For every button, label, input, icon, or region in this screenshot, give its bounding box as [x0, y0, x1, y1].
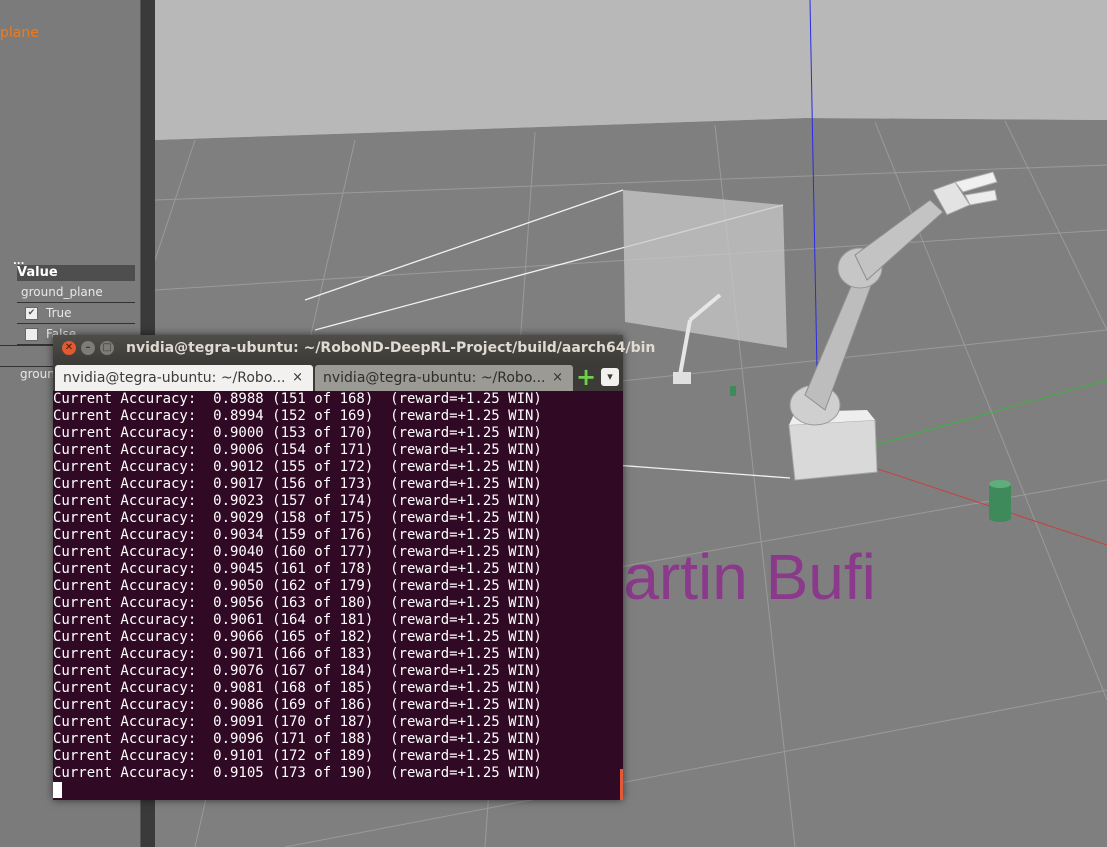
- close-tab-icon[interactable]: ×: [552, 365, 563, 391]
- window-title: nvidia@tegra-ubuntu: ~/RoboND-DeepRL-Pro…: [126, 340, 656, 356]
- terminal-line: Current Accuracy: 0.9000 (153 of 170) (r…: [53, 425, 542, 441]
- terminal-line: Current Accuracy: 0.9012 (155 of 172) (r…: [53, 459, 542, 475]
- prompt-line[interactable]: [53, 782, 618, 799]
- horizon-band: [155, 0, 1107, 140]
- terminal-line: Current Accuracy: 0.9034 (159 of 176) (r…: [53, 527, 542, 543]
- tab-terminal-2[interactable]: nvidia@tegra-ubuntu: ~/Robo... ×: [315, 365, 573, 391]
- close-window-button[interactable]: ✕: [62, 341, 76, 355]
- tabs-menu-icon[interactable]: ▾: [601, 368, 619, 386]
- checkbox-unchecked[interactable]: [25, 328, 38, 341]
- terminal-line: Current Accuracy: 0.9017 (156 of 173) (r…: [53, 476, 542, 492]
- tab-label: nvidia@tegra-ubuntu: ~/Robo...: [63, 370, 286, 386]
- terminal-line: Current Accuracy: 0.9076 (167 of 184) (r…: [53, 663, 542, 679]
- terminal-line: Current Accuracy: 0.9091 (170 of 187) (r…: [53, 714, 542, 730]
- terminal-line: Current Accuracy: 0.9056 (163 of 180) (r…: [53, 595, 542, 611]
- terminal-line: Current Accuracy: 0.9071 (166 of 183) (r…: [53, 646, 542, 662]
- checkbox-checked[interactable]: ✔: [25, 307, 38, 320]
- close-tab-icon[interactable]: ×: [292, 365, 303, 391]
- property-row-name[interactable]: ground_plane: [17, 282, 135, 303]
- arm-reflection-base: [673, 372, 691, 384]
- terminal-line: Current Accuracy: 0.9081 (168 of 185) (r…: [53, 680, 542, 696]
- property-row-static[interactable]: ✔ True: [17, 303, 135, 324]
- terminal-line: Current Accuracy: 0.9023 (157 of 174) (r…: [53, 493, 542, 509]
- new-tab-icon[interactable]: +: [575, 365, 597, 389]
- model-link[interactable]: plane: [0, 25, 39, 41]
- tab-terminal-1[interactable]: nvidia@tegra-ubuntu: ~/Robo... ×: [55, 365, 313, 391]
- terminal-line: Current Accuracy: 0.9061 (164 of 181) (r…: [53, 612, 542, 628]
- terminal-line: Current Accuracy: 0.8994 (152 of 169) (r…: [53, 408, 542, 424]
- terminal-window[interactable]: ✕ – □ nvidia@tegra-ubuntu: ~/RoboND-Deep…: [53, 335, 655, 800]
- minimize-window-button[interactable]: –: [81, 341, 95, 355]
- target-cylinder: [989, 480, 1011, 522]
- terminal-line: Current Accuracy: 0.9040 (160 of 177) (r…: [53, 544, 542, 560]
- terminal-line: Current Accuracy: 0.9045 (161 of 178) (r…: [53, 561, 542, 577]
- terminal-line: Current Accuracy: 0.9029 (158 of 175) (r…: [53, 510, 542, 526]
- tab-bar: nvidia@tegra-ubuntu: ~/Robo... × nvidia@…: [53, 363, 623, 391]
- target-reflection: [730, 386, 736, 396]
- terminal-line: Current Accuracy: 0.9006 (154 of 171) (r…: [53, 442, 542, 458]
- text-cursor: [53, 782, 62, 798]
- title-bar[interactable]: ✕ – □ nvidia@tegra-ubuntu: ~/RoboND-Deep…: [53, 335, 655, 363]
- scrollbar[interactable]: [620, 769, 623, 800]
- terminal-line: Current Accuracy: 0.8988 (151 of 168) (r…: [53, 391, 542, 407]
- value-column-header: Value: [17, 265, 135, 281]
- property-value: True: [46, 306, 72, 320]
- terminal-line: Current Accuracy: 0.9086 (169 of 186) (r…: [53, 697, 542, 713]
- terminal-line: Current Accuracy: 0.9105 (173 of 190) (r…: [53, 765, 542, 781]
- terminal-line: Current Accuracy: 0.9096 (171 of 188) (r…: [53, 731, 542, 747]
- terminal-line: Current Accuracy: 0.9101 (172 of 189) (r…: [53, 748, 542, 764]
- terminal-output[interactable]: Current Accuracy: 0.8988 (151 of 168) (r…: [53, 391, 618, 800]
- terminal-line: Current Accuracy: 0.9066 (165 of 182) (r…: [53, 629, 542, 645]
- tab-label: nvidia@tegra-ubuntu: ~/Robo...: [323, 370, 546, 386]
- maximize-window-button[interactable]: □: [100, 341, 114, 355]
- camera-plane: [623, 190, 787, 348]
- terminal-line: Current Accuracy: 0.9050 (162 of 179) (r…: [53, 578, 542, 594]
- property-value: ground_plane: [21, 285, 103, 299]
